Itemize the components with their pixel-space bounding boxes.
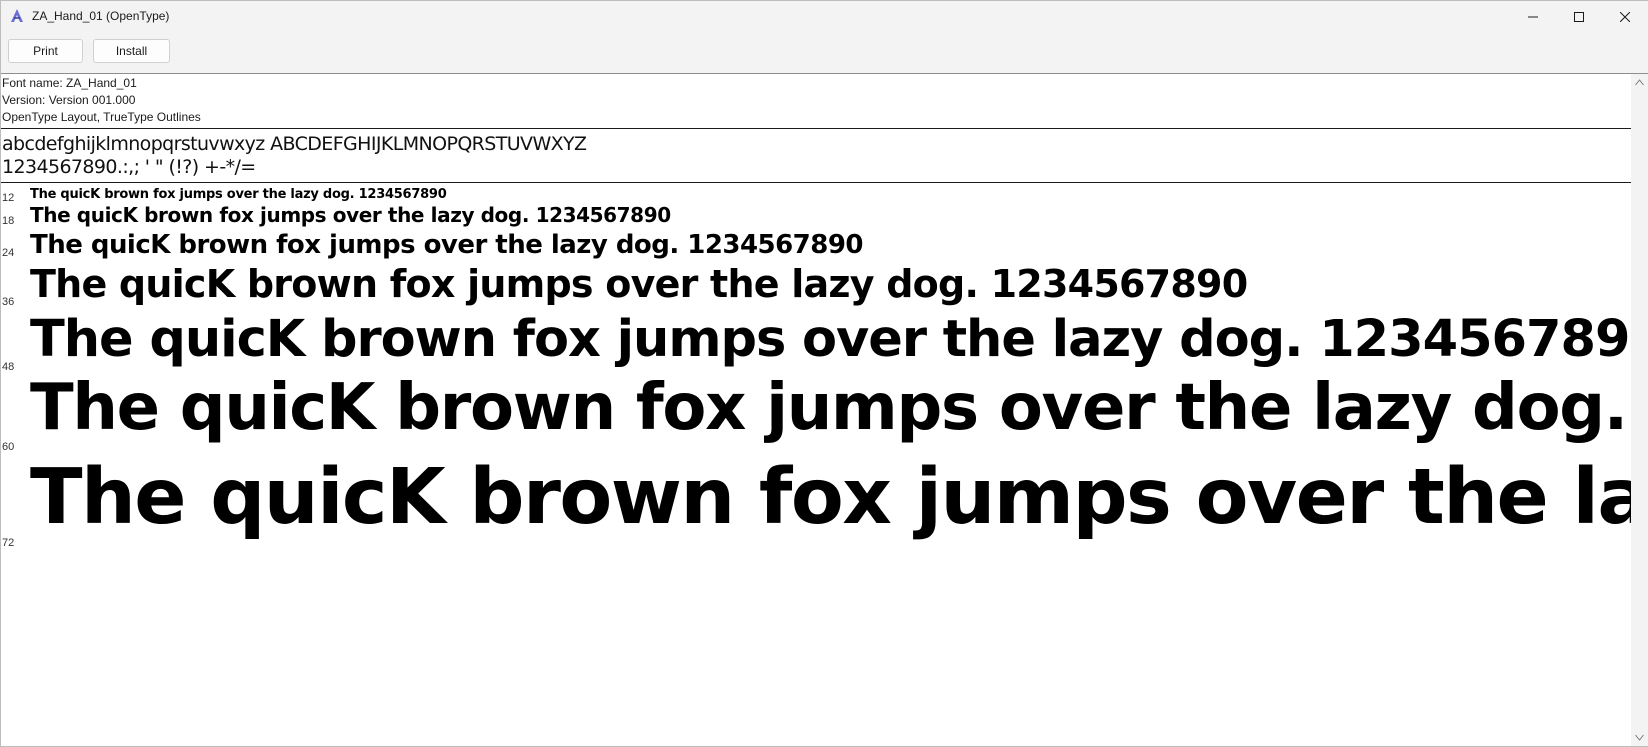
window-title: ZA_Hand_01 (OpenType) (32, 9, 170, 23)
font-viewer-window: ZA_Hand_01 (OpenType) Print Install Font… (0, 0, 1648, 747)
sample-text: The quicK brown fox jumps over the lazy … (30, 453, 1631, 542)
sample-text: The quicK brown fox jumps over the lazy … (30, 230, 863, 260)
title-bar[interactable]: ZA_Hand_01 (OpenType) (1, 1, 1648, 32)
maximize-icon (1574, 11, 1584, 22)
font-name-line: Font name: ZA_Hand_01 (2, 76, 137, 90)
font-viewer-icon (9, 8, 25, 24)
sample-text: The quicK brown fox jumps over the lazy … (30, 187, 447, 202)
scroll-down-arrow-icon[interactable] (1635, 733, 1644, 742)
font-version-line: Version: Version 001.000 (2, 93, 136, 107)
font-preview-area: Font name: ZA_Hand_01 Version: Version 0… (1, 74, 1631, 746)
maximize-button[interactable] (1556, 1, 1602, 32)
size-label: 12 (2, 192, 15, 204)
divider (1, 182, 1631, 183)
scroll-up-arrow-icon[interactable] (1635, 78, 1644, 87)
vertical-scrollbar[interactable] (1631, 74, 1648, 746)
divider (1, 128, 1631, 129)
sample-text: The quicK brown fox jumps over the lazy … (30, 203, 671, 227)
size-label: 72 (2, 537, 15, 549)
charset-line-symbols: 1234567890.:,; ' " (!?) +-*/= (2, 156, 256, 178)
print-button[interactable]: Print (8, 39, 83, 63)
font-outline-line: OpenType Layout, TrueType Outlines (2, 110, 201, 124)
charset-line-letters: abcdefghijklmnopqrstuvwxyz ABCDEFGHIJKLM… (2, 133, 587, 155)
size-label: 60 (2, 441, 15, 453)
sample-text: The quicK brown fox jumps over the lazy … (30, 262, 1248, 306)
size-label: 48 (2, 361, 15, 373)
size-label: 24 (2, 247, 15, 259)
sample-text: The quicK brown fox jumps over the lazy … (30, 310, 1631, 369)
size-label: 18 (2, 215, 15, 227)
close-icon (1620, 11, 1630, 22)
sample-text: The quicK brown fox jumps over the lazy … (30, 371, 1631, 445)
minimize-icon (1528, 12, 1538, 22)
size-label: 36 (2, 296, 15, 308)
close-button[interactable] (1602, 1, 1648, 32)
minimize-button[interactable] (1510, 1, 1556, 32)
install-button[interactable]: Install (93, 39, 170, 63)
toolbar: Print Install (1, 32, 1648, 74)
